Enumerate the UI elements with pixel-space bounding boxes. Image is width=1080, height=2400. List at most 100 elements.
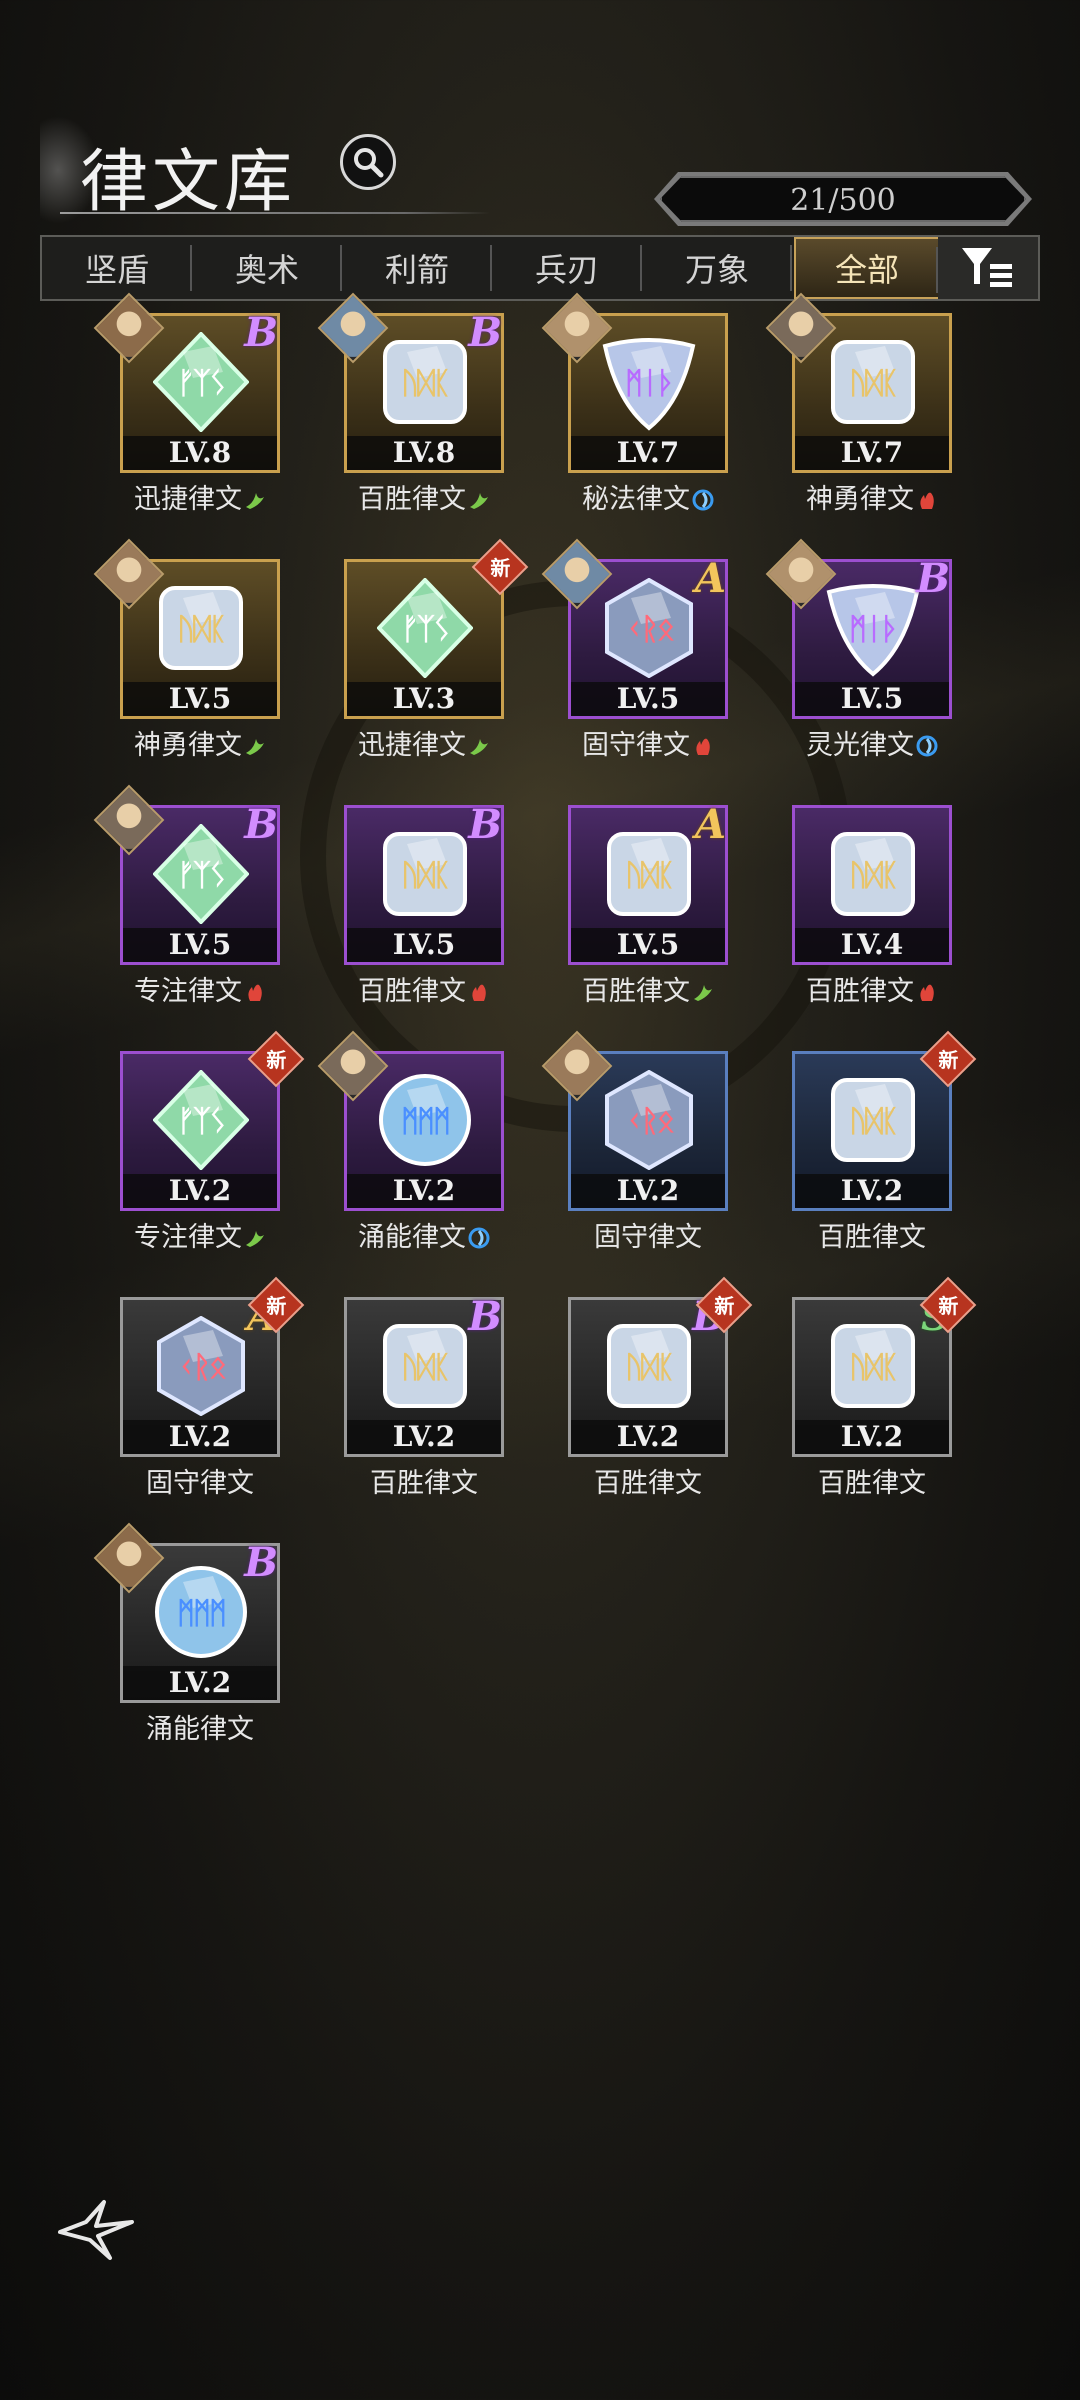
rune-count-label: 21/500 bbox=[790, 183, 896, 218]
rune-card[interactable]: ᚠᛉᛊ LV.8 B 迅捷律文 bbox=[93, 292, 282, 515]
rune-grade-badge: A bbox=[694, 555, 726, 602]
rune-name-row: 专注律文 bbox=[100, 1215, 300, 1254]
rune-level: LV.4 bbox=[795, 928, 949, 962]
rune-gem-icon: ᚢᛞᛕ bbox=[825, 824, 921, 924]
rune-card[interactable]: ᚢᛞᛕ LV.4 百胜律文 bbox=[792, 805, 954, 1007]
new-badge-label: 新 bbox=[266, 1294, 287, 1319]
rune-name-row: 百胜律文 bbox=[548, 1461, 748, 1500]
water-element-icon bbox=[468, 1227, 490, 1249]
filter-button[interactable] bbox=[938, 237, 1038, 299]
rune-name-row: 迅捷律文 bbox=[324, 723, 524, 762]
rune-name-row: 百胜律文 bbox=[324, 969, 524, 1008]
rune-card[interactable]: ᛗᛁᚦ LV.5 B 灵光律文 bbox=[765, 538, 954, 761]
rune-level: LV.5 bbox=[795, 682, 949, 716]
rune-name: 涌能律文 bbox=[146, 1714, 254, 1745]
fire-element-icon bbox=[696, 738, 710, 755]
rune-name: 百胜律文 bbox=[370, 1468, 478, 1499]
rune-gem-icon: ᚢᛞᛕ bbox=[825, 1316, 921, 1416]
rune-card[interactable]: ᛗᛗᛗ LV.2 B 涌能律文 bbox=[93, 1522, 282, 1745]
rune-name: 专注律文 bbox=[134, 1222, 242, 1253]
rune-grade-badge: B bbox=[468, 309, 502, 356]
rune-level: LV.2 bbox=[123, 1666, 277, 1700]
rune-name-row: 固守律文 bbox=[548, 1215, 748, 1254]
wind-element-icon bbox=[246, 739, 264, 755]
rune-name: 百胜律文 bbox=[358, 976, 466, 1007]
rune-gem-icon: ᚲᚱᛟ bbox=[601, 1069, 697, 1171]
rune-name: 涌能律文 bbox=[358, 1222, 466, 1253]
rune-grade-badge: B bbox=[244, 309, 278, 356]
rune-gem-icon: ᚠᛉᛊ bbox=[152, 823, 250, 925]
wind-element-icon bbox=[246, 1231, 264, 1247]
rune-card[interactable]: ᚠᛉᛊ LV.5 B 专注律文 bbox=[93, 784, 282, 1007]
rune-card[interactable]: ᚢᛞᛕ LV.2 B 百胜律文 bbox=[344, 1293, 506, 1499]
rune-card[interactable]: ᚢᛞᛕLV.2B新百胜律文 bbox=[568, 1276, 753, 1499]
rune-card[interactable]: ᚢᛞᛕ LV.7 神勇律文 bbox=[765, 292, 954, 515]
search-icon bbox=[354, 148, 384, 178]
rune-card[interactable]: ᚲᚱᛟ LV.5 A 固守律文 bbox=[541, 538, 730, 761]
tab-myriad[interactable]: 万象 bbox=[642, 237, 792, 299]
rune-level: LV.5 bbox=[571, 928, 725, 962]
rune-gem-icon: ᛗᛗᛗ bbox=[153, 1562, 249, 1662]
rune-level: LV.7 bbox=[571, 436, 725, 470]
rune-gem-icon: ᚢᛞᛕ bbox=[153, 578, 249, 678]
rune-card[interactable]: ᛗᛗᛗ LV.2 涌能律文 bbox=[317, 1030, 506, 1253]
rune-card[interactable]: ᚢᛞᛕLV.2S新百胜律文 bbox=[792, 1276, 977, 1499]
rune-name: 迅捷律文 bbox=[134, 484, 242, 515]
rune-card[interactable]: ᛗᛁᚦ LV.7 秘法律文 bbox=[541, 292, 730, 515]
tab-all[interactable]: 全部 bbox=[794, 237, 940, 299]
rune-grade-badge: B bbox=[916, 555, 950, 602]
rune-frame: ᚢᛞᛕ LV.2 bbox=[792, 1051, 952, 1211]
tab-arcane[interactable]: 奥术 bbox=[192, 237, 342, 299]
rune-level: LV.5 bbox=[571, 682, 725, 716]
tab-shield[interactable]: 坚盾 bbox=[42, 237, 192, 299]
fire-element-icon bbox=[472, 984, 486, 1001]
rune-card[interactable]: ᚢᛞᛕ LV.5 A 百胜律文 bbox=[568, 801, 730, 1007]
rune-card[interactable]: ᚢᛞᛕ LV.5 神勇律文 bbox=[93, 538, 282, 761]
new-badge-label: 新 bbox=[938, 1048, 959, 1073]
rune-name: 百胜律文 bbox=[806, 976, 914, 1007]
back-button[interactable] bbox=[56, 2196, 136, 2266]
rune-level: LV.2 bbox=[571, 1174, 725, 1208]
tab-arrow[interactable]: 利箭 bbox=[342, 237, 492, 299]
rune-name: 固守律文 bbox=[146, 1468, 254, 1499]
search-button[interactable] bbox=[340, 134, 396, 190]
rune-level: LV.2 bbox=[795, 1420, 949, 1454]
rune-card[interactable]: ᚢᛞᛕ LV.8 B 百胜律文 bbox=[317, 292, 506, 515]
new-badge-label: 新 bbox=[714, 1294, 735, 1319]
rune-card[interactable]: ᚠᛉᛊ LV.3 新迅捷律文 bbox=[344, 538, 529, 761]
rune-card[interactable]: ᚢᛞᛕ LV.5 B 百胜律文 bbox=[344, 801, 506, 1007]
rune-gem-icon: ᚠᛉᛊ bbox=[152, 331, 250, 433]
rune-level: LV.5 bbox=[123, 928, 277, 962]
tab-label: 坚盾 bbox=[84, 251, 149, 289]
wind-element-icon bbox=[470, 739, 488, 755]
rune-frame: ᚠᛉᛊ LV.2 bbox=[120, 1051, 280, 1211]
rune-name-row: 固守律文 bbox=[100, 1461, 300, 1500]
rune-level: LV.7 bbox=[795, 436, 949, 470]
rune-card[interactable]: ᚢᛞᛕ LV.2 新百胜律文 bbox=[792, 1030, 977, 1253]
rune-gem-icon: ᚢᛞᛕ bbox=[601, 1316, 697, 1416]
rune-name: 灵光律文 bbox=[806, 730, 914, 761]
rune-level: LV.2 bbox=[123, 1174, 277, 1208]
rune-level: LV.5 bbox=[347, 928, 501, 962]
rune-name-row: 神勇律文 bbox=[772, 477, 972, 516]
rune-gem-icon: ᛗᛗᛗ bbox=[377, 1070, 473, 1170]
rune-name: 秘法律文 bbox=[582, 484, 690, 515]
filter-icon bbox=[962, 248, 1012, 287]
rune-level: LV.2 bbox=[795, 1174, 949, 1208]
tab-blade[interactable]: 兵刃 bbox=[492, 237, 642, 299]
rune-gem-icon: ᚢᛞᛕ bbox=[601, 824, 697, 924]
rune-card[interactable]: ᚲᚱᛟ LV.2 固守律文 bbox=[541, 1030, 730, 1253]
rune-name-row: 百胜律文 bbox=[324, 1461, 524, 1500]
rune-card[interactable]: ᚲᚱᛟLV.2A新固守律文 bbox=[120, 1276, 305, 1499]
rune-name: 专注律文 bbox=[134, 976, 242, 1007]
rune-card[interactable]: ᚠᛉᛊ LV.2 新专注律文 bbox=[120, 1030, 305, 1253]
rune-level: LV.5 bbox=[123, 682, 277, 716]
rune-name-row: 涌能律文 bbox=[100, 1707, 300, 1746]
rune-gem-icon: ᛗᛁᚦ bbox=[825, 578, 921, 678]
rune-grade-badge: A bbox=[694, 801, 726, 848]
rune-level: LV.8 bbox=[123, 436, 277, 470]
rune-gem-icon: ᚢᛞᛕ bbox=[377, 332, 473, 432]
page-title: 律文库 bbox=[80, 143, 297, 222]
rune-grade-badge: B bbox=[244, 801, 278, 848]
rune-name: 固守律文 bbox=[582, 730, 690, 761]
